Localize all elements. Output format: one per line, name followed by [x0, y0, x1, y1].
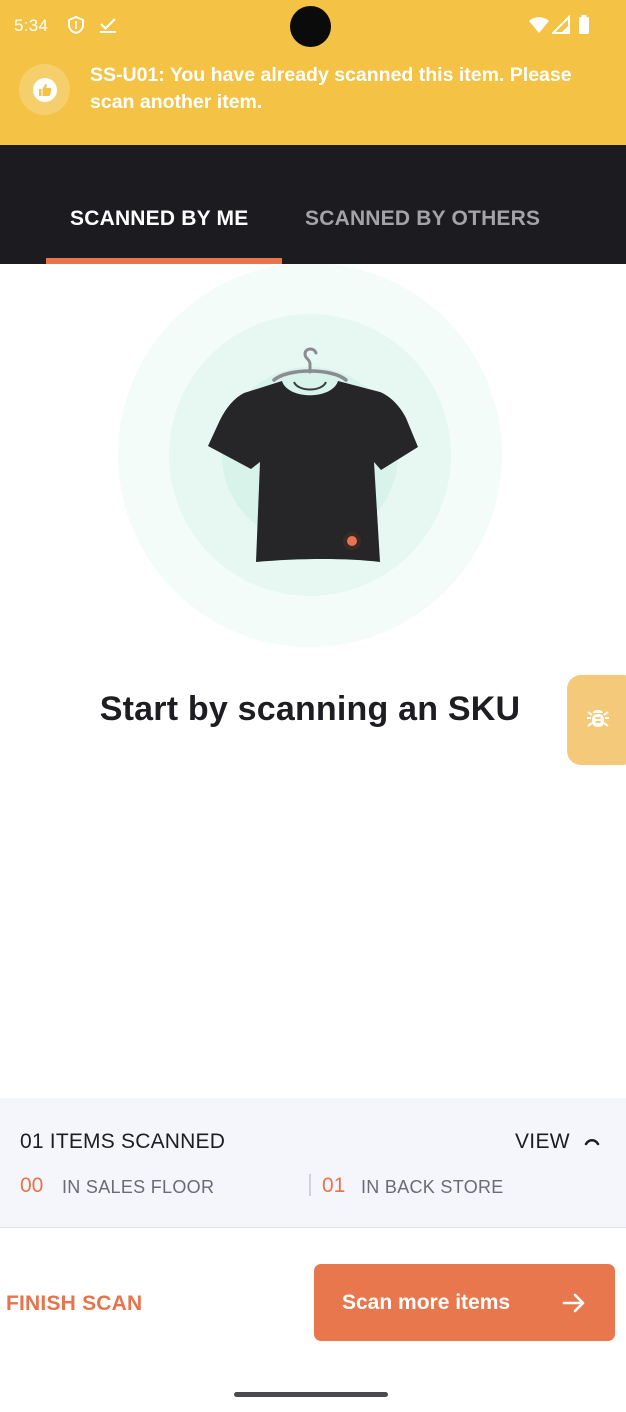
- empty-state-title: Start by scanning an SKU: [99, 690, 521, 728]
- battery-icon: [578, 15, 590, 35]
- signal-icon: [550, 14, 570, 35]
- tab-scanned-by-me[interactable]: SCANNED BY ME: [70, 207, 248, 231]
- sales-floor-count: 00: [20, 1174, 44, 1197]
- finish-scan-button[interactable]: FINISH SCAN: [6, 1292, 142, 1316]
- sales-floor-label: IN SALES FLOOR: [62, 1177, 215, 1197]
- camera-cutout: [290, 6, 331, 47]
- tab-bar: SCANNED BY ME SCANNED BY OTHERS: [0, 145, 626, 264]
- chevron-up-icon[interactable]: [583, 1134, 601, 1148]
- download-done-icon: [98, 15, 118, 35]
- debug-button[interactable]: [567, 675, 626, 765]
- wifi-icon: [528, 15, 550, 35]
- view-button[interactable]: VIEW: [515, 1130, 570, 1154]
- toast-banner: 5:34 SS-U01: You have already scanned th…: [0, 0, 626, 145]
- toast-message: SS-U01: You have already scanned this it…: [90, 64, 572, 113]
- bug-icon: [585, 705, 611, 736]
- tab-scanned-by-others[interactable]: SCANNED BY OTHERS: [305, 207, 540, 231]
- scan-more-items-label: Scan more items: [342, 1291, 511, 1314]
- thumbs-up-icon: [19, 64, 70, 115]
- home-indicator[interactable]: [234, 1392, 388, 1397]
- back-store-count: 01: [322, 1174, 346, 1197]
- scan-summary-panel: 01 ITEMS SCANNED VIEW 00 IN SALES FLOOR …: [0, 1098, 626, 1228]
- summary-divider: [309, 1174, 311, 1196]
- t-shirt-illustration: [118, 263, 502, 648]
- back-store-label: IN BACK STORE: [361, 1177, 504, 1197]
- arrow-right-icon: [562, 1292, 586, 1314]
- status-time: 5:34: [14, 16, 49, 35]
- status-bar: 5:34: [0, 0, 626, 52]
- items-scanned-count: 01 ITEMS SCANNED: [20, 1130, 226, 1153]
- scan-more-items-button[interactable]: Scan more items: [314, 1264, 615, 1341]
- shield-icon: [66, 15, 86, 35]
